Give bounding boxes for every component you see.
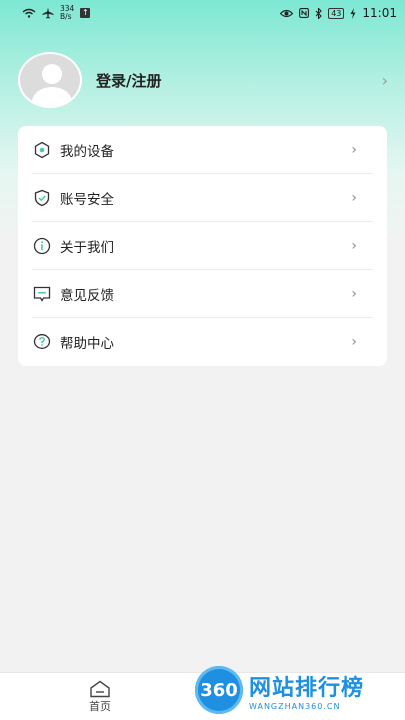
menu-item-label: 我的设备: [60, 143, 114, 160]
airplane-icon: [42, 7, 54, 19]
settings-menu-card: 我的设备 › 账号安全 › 关于我们 › 意见反馈 › 帮助中心 ›: [18, 126, 387, 366]
watermark-text: 网站排行榜 WANGZHAN360.CN: [249, 670, 364, 711]
status-bar: 334 B/s ↑ 43 11:01: [0, 0, 405, 26]
clock: 11:01: [362, 6, 397, 20]
chevron-right-icon: ›: [351, 189, 357, 206]
nfc-icon: [299, 8, 310, 18]
watermark: 360 网站排行榜 WANGZHAN360.CN: [195, 660, 405, 720]
battery-indicator: 43: [328, 7, 345, 19]
shield-icon: [32, 188, 52, 208]
avatar-body: [32, 87, 72, 106]
avatar[interactable]: [18, 52, 82, 108]
eye-icon: [280, 9, 294, 17]
chevron-right-icon: ›: [351, 141, 357, 158]
menu-item-about-us[interactable]: 关于我们 ›: [32, 222, 373, 270]
menu-item-label: 意见反馈: [60, 287, 114, 304]
watermark-logo: 360: [195, 666, 243, 714]
menu-item-my-devices[interactable]: 我的设备 ›: [32, 126, 373, 174]
chevron-right-icon: ›: [351, 334, 357, 350]
bluetooth-icon: [315, 7, 322, 19]
notification-icon: ↑: [80, 8, 91, 18]
login-register-label[interactable]: 登录/注册: [96, 70, 382, 91]
charging-icon: [350, 7, 356, 19]
menu-item-help-center[interactable]: 帮助中心 ›: [32, 318, 373, 366]
chevron-right-icon: ›: [381, 70, 388, 90]
speed-unit: B/s: [60, 12, 72, 21]
menu-item-label: 关于我们: [60, 239, 114, 256]
menu-item-label: 账号安全: [60, 191, 114, 208]
info-icon: [32, 236, 52, 256]
watermark-subtitle: WANGZHAN360.CN: [249, 701, 341, 711]
status-right: 43 11:01: [280, 6, 397, 20]
chevron-right-icon: ›: [351, 237, 357, 254]
network-speed: 334 B/s: [60, 5, 74, 21]
nav-tab-home[interactable]: 首页: [0, 673, 200, 720]
login-profile-row[interactable]: 登录/注册 ›: [18, 50, 388, 110]
feedback-icon: [32, 284, 52, 304]
help-icon: [32, 332, 52, 352]
device-icon: [32, 140, 52, 160]
home-icon: [90, 680, 110, 697]
menu-item-feedback[interactable]: 意见反馈 ›: [32, 270, 373, 318]
status-left: 334 B/s ↑: [22, 5, 91, 21]
nav-tab-label: 首页: [89, 699, 111, 713]
menu-item-account-security[interactable]: 账号安全 ›: [32, 174, 373, 222]
menu-item-label: 帮助中心: [60, 336, 114, 352]
avatar-head: [42, 64, 62, 84]
wifi-icon: [22, 8, 36, 18]
watermark-title: 网站排行榜: [249, 675, 365, 701]
chevron-right-icon: ›: [351, 285, 357, 302]
